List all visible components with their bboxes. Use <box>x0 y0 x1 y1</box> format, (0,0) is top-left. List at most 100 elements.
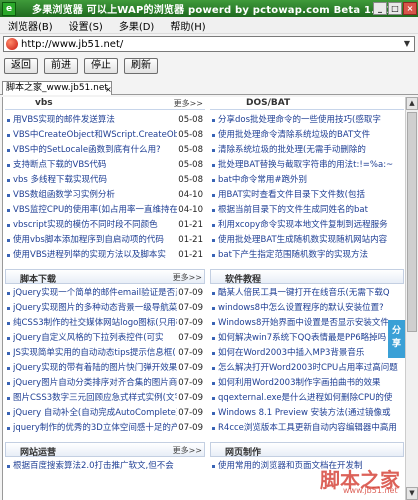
window-title: 多果浏览器 可以上WAP的浏览器 powerd by pctowap.com B… <box>32 5 394 16</box>
scrollbar-thumb[interactable] <box>407 112 417 332</box>
left-column: vbs 更多>> 用VBS实现的邮件发送算法 05-08 VBS中CreateOb… <box>5 97 205 474</box>
maximize-button[interactable]: □ <box>388 2 402 15</box>
site-icon <box>6 38 18 50</box>
close-button[interactable]: × <box>403 2 417 15</box>
list-item[interactable]: 使用批处理命令清除系统垃圾的BAT文件 <box>210 128 404 143</box>
section-header: vbs 更多>> <box>5 97 205 110</box>
section-header: 软件教程 <box>210 269 404 285</box>
list-item[interactable]: vbs 多线程下载实现代码 05-08 <box>5 173 205 188</box>
list-item[interactable]: 使用VBS进程列举的实现方法以及脚本实 01-21 <box>5 248 205 263</box>
menu-settings[interactable]: 设置(S) <box>61 18 111 33</box>
list-item[interactable]: R4cce浏览版本工具更新自动内容编辑器中高用 <box>210 421 404 436</box>
section-header: 网页制作 <box>210 442 404 458</box>
list-item[interactable]: 如何利用Word2003制作字画拍曲书的效果 <box>210 376 404 391</box>
app-icon: e <box>2 1 16 16</box>
list-item[interactable]: VBS数组函数学习实例分析 04-10 <box>5 188 205 203</box>
list-item[interactable]: jQuery自定义风格的下拉列表控件(可实 07-09 <box>5 331 205 346</box>
section-script-download: 脚本下载 更多>> jQuery实现一个简单的邮件email验证是否正 07-09… <box>5 269 205 436</box>
list-item[interactable]: jQuery实现一个简单的邮件email验证是否正 07-09 <box>5 286 205 301</box>
list-item[interactable]: 用BAT实时查看文件目录下文件数(包括 <box>210 188 404 203</box>
tab-close-icon[interactable]: × <box>105 84 112 96</box>
tab-label: 脚本之家_www.jb51.net <box>6 83 108 93</box>
back-button[interactable]: 返回 <box>4 58 38 74</box>
vertical-scrollbar[interactable]: ▲ ▼ <box>405 97 418 500</box>
minimize-button[interactable]: _ <box>373 2 387 15</box>
list-item[interactable]: vbscript实现的模仿不同时段不同颜色 01-21 <box>5 218 205 233</box>
article-list: 分享dos批处理命令的一些使用技巧(感取字 使用批处理命令清除系统垃圾的BAT文… <box>210 110 404 263</box>
more-link[interactable]: 更多>> <box>173 272 202 283</box>
section-software-tutorial: 软件教程 酷某人倍民工具一键打开在线音乐(无需下载Q windows8中怎么设置… <box>210 269 404 436</box>
refresh-button[interactable]: 刷新 <box>124 58 158 74</box>
stop-button[interactable]: 停止 <box>84 58 118 74</box>
menu-bar: 浏览器(B) 设置(S) 多果(D) 帮助(H) <box>0 17 418 34</box>
title-bar: e 多果浏览器 可以上WAP的浏览器 powerd by pctowap.com… <box>0 0 418 17</box>
list-item[interactable]: 使用批处理BAT生成随机数实现随机网站内容 <box>210 233 404 248</box>
window-controls: _ □ × <box>373 2 417 15</box>
more-link[interactable]: 更多>> <box>173 445 202 456</box>
list-item[interactable]: jQuery实现图片的多种动态背景一级导航菜单 07-09 <box>5 301 205 316</box>
list-item[interactable]: VBS监控CPU的使用率(如占用率一直维持在8 04-10 <box>5 203 205 218</box>
right-column: DOS/BAT 分享dos批处理命令的一些使用技巧(感取字 使用批处理命令清除系… <box>210 97 404 474</box>
section-site-operation: 网站运营 更多>> 根据百度搜索算法2.0打击推广软文,但不会 <box>5 442 205 474</box>
menu-help[interactable]: 帮助(H) <box>162 18 213 33</box>
section-vbs: vbs 更多>> 用VBS实现的邮件发送算法 05-08 VBS中CreateOb… <box>5 97 205 263</box>
list-item[interactable]: 支持断点下载的VBS代码 05-08 <box>5 158 205 173</box>
list-item[interactable]: 利用xcopy命令实现本地文件复制到远程服务 <box>210 218 404 233</box>
web-content: vbs 更多>> 用VBS实现的邮件发送算法 05-08 VBS中CreateOb… <box>2 97 405 500</box>
list-item[interactable]: jquery制作的优秀的3D立体空间感十足的产品 07-09 <box>5 421 205 436</box>
watermark-url: www.jb51.net <box>343 486 398 495</box>
share-button[interactable]: 分享 <box>388 320 405 358</box>
list-item[interactable]: 根据百度搜索算法2.0打击推广软文,但不会 <box>5 459 205 474</box>
more-link[interactable]: 更多>> <box>174 98 203 109</box>
section-title: 网页制作 <box>225 448 262 458</box>
url-input[interactable] <box>21 38 400 50</box>
menu-duoguo[interactable]: 多果(D) <box>111 18 163 33</box>
list-item[interactable]: 根据当前目录下的文件生成同姓名的bat <box>210 203 404 218</box>
list-item[interactable]: Windows 8.1 Preview 安装方法(通过镜像或 <box>210 406 404 421</box>
section-title: 网站运营 <box>20 448 57 458</box>
list-item[interactable]: VBS中CreateObject和WScript.CreateObjec 05-0… <box>5 128 205 143</box>
list-item[interactable]: 批处理BAT替换与截取字符串的用法t:!=%a:~ <box>210 158 404 173</box>
tab-bar: 脚本之家_www.jb51.net × <box>0 81 418 95</box>
list-item[interactable]: bat下产生指定范围随机数字的实现方法 <box>210 248 404 263</box>
list-item[interactable]: jQuery实现的带有着陆的图片快门弹开效果实用 07-09 <box>5 361 205 376</box>
list-item[interactable]: 如何在Word2003中插入MP3背景音乐 <box>210 346 404 361</box>
list-item[interactable]: 怎么解决打开Word2003时CPU占用率过高问题 <box>210 361 404 376</box>
list-item[interactable]: JS实现简单实用的自动动态tips提示信息框(07-09 <box>5 346 205 361</box>
article-list: 酷某人倍民工具一键打开在线音乐(无需下载Q windows8中怎么设置程序的默认… <box>210 284 404 436</box>
chevron-down-icon[interactable]: ▼ <box>400 37 414 51</box>
list-item[interactable]: 分享dos批处理命令的一些使用技巧(感取字 <box>210 113 404 128</box>
list-item[interactable]: bat中命令常用#跑外别 <box>210 173 404 188</box>
section-title: 软件教程 <box>225 275 262 285</box>
address-bar: ▼ <box>3 36 415 52</box>
forward-button[interactable]: 前进 <box>44 58 78 74</box>
menu-browser[interactable]: 浏览器(B) <box>0 18 61 33</box>
article-list: 用VBS实现的邮件发送算法 05-08 VBS中CreateObject和WScr… <box>5 110 205 263</box>
list-item[interactable]: VBS中的SetLocale函数到底有什么用? 05-08 <box>5 143 205 158</box>
section-header: DOS/BAT <box>210 97 404 110</box>
list-item[interactable]: 酷某人倍民工具一键打开在线音乐(无需下载Q <box>210 286 404 301</box>
section-header: 脚本下载 更多>> <box>5 269 205 285</box>
list-item[interactable]: 用VBS实现的邮件发送算法 05-08 <box>5 113 205 128</box>
list-item[interactable]: 使用vbs脚本添加程序到自启动项的代码 01-21 <box>5 233 205 248</box>
tab-jb51[interactable]: 脚本之家_www.jb51.net × <box>2 81 112 95</box>
list-item[interactable]: qqexternal.exe是什么进程如何删除CPU的使 <box>210 391 404 406</box>
section-dos-bat: DOS/BAT 分享dos批处理命令的一些使用技巧(感取字 使用批处理命令清除系… <box>210 97 404 263</box>
section-header: 网站运营 更多>> <box>5 442 205 458</box>
section-title: DOS/BAT <box>246 98 291 108</box>
list-item[interactable]: 纯CSS3制作的社交媒体网站logo图标(只用样 07-09 <box>5 316 205 331</box>
scroll-up-icon[interactable]: ▲ <box>406 97 418 110</box>
article-list: 根据百度搜索算法2.0打击推广软文,但不会 <box>5 457 205 474</box>
list-item[interactable]: jQuery图片自动分类排序对齐合集的图片商 07-09 <box>5 376 205 391</box>
navigation-toolbar: 返回 前进 停止 刷新 <box>4 58 158 74</box>
list-item[interactable]: windows8中怎么设置程序的默认安装位置? <box>210 301 404 316</box>
article-list: jQuery实现一个简单的邮件email验证是否正 07-09 jQuery实现图… <box>5 284 205 436</box>
list-item[interactable]: 图片CSS3数字三元回顾应急式样式实例(文字的 07-09 <box>5 391 205 406</box>
list-item[interactable]: 如何解决win7系统下QQ表情最是PP6略掉吗 <box>210 331 404 346</box>
section-title: vbs <box>35 98 53 108</box>
list-item[interactable]: 清除系统垃圾的批处理(无需手动删除的 <box>210 143 404 158</box>
list-item[interactable]: Windows8开始界面中设置是否显示安装文件 <box>210 316 404 331</box>
scroll-down-icon[interactable]: ▼ <box>406 487 418 500</box>
list-item[interactable]: jQuery 自动补全(自动完成AutoComplete)功能07-09 <box>5 406 205 421</box>
section-title: 脚本下载 <box>20 275 57 285</box>
